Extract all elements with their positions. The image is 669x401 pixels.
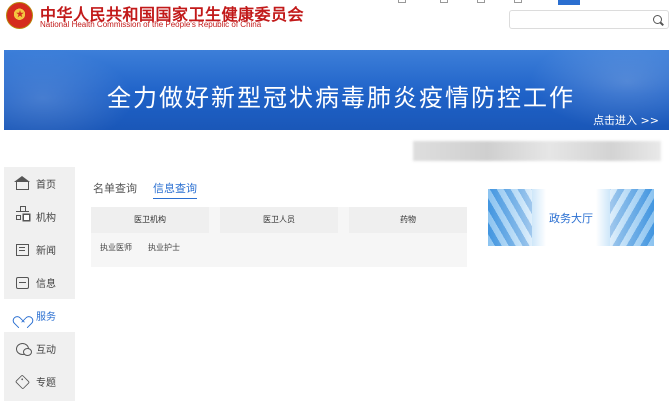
sidebar-item-topics[interactable]: 专题 — [4, 365, 75, 398]
sidebar-item-label: 新闻 — [36, 246, 56, 257]
tag-icon — [14, 373, 31, 390]
link-icon — [477, 0, 485, 3]
sidebar-item-news[interactable]: 新闻 — [4, 233, 75, 266]
site-header: 中华人民共和国国家卫生健康委员会 National Health Commiss… — [0, 0, 669, 48]
gov-hall-card[interactable]: 政务大厅 — [488, 189, 654, 246]
sidebar-item-info[interactable]: 信息 — [4, 266, 75, 299]
home-icon — [14, 175, 30, 190]
top-link-4[interactable] — [514, 0, 525, 5]
top-link-2[interactable] — [440, 0, 451, 5]
link-icon — [440, 0, 448, 3]
site-title-en[interactable]: National Health Commission of the People… — [40, 20, 261, 29]
banner-enter-link[interactable]: 点击进入 >> — [593, 112, 659, 128]
sidebar-nav: 首页 机构 新闻 信息 服务 互动 专题 — [4, 167, 75, 401]
top-link-3[interactable] — [477, 0, 488, 5]
sidebar-item-label: 机构 — [36, 213, 56, 224]
sidebar-item-label: 服务 — [36, 312, 56, 323]
epidemic-banner[interactable]: 全力做好新型冠状病毒肺炎疫情防控工作 — [4, 50, 669, 130]
info-icon — [16, 276, 29, 289]
sidebar-item-label: 互动 — [36, 345, 56, 356]
sidebar-item-home[interactable]: 首页 — [4, 167, 75, 200]
chat-icon — [16, 342, 32, 356]
sidebar-item-label: 首页 — [36, 180, 56, 191]
sidebar-item-service[interactable]: 服务 — [4, 299, 75, 332]
blurred-notice-strip — [413, 141, 661, 161]
search-input[interactable] — [514, 13, 644, 26]
sub-licensed-nurse[interactable]: 执业护士 — [148, 242, 180, 253]
org-icon — [16, 205, 29, 223]
gov-hall-label: 政务大厅 — [549, 212, 593, 225]
top-link-1[interactable] — [398, 0, 409, 5]
language-badge[interactable] — [558, 0, 580, 5]
sidebar-item-label: 专题 — [36, 378, 56, 389]
banner-title: 全力做好新型冠状病毒肺炎疫情防控工作 — [107, 84, 575, 112]
tab-info-query[interactable]: 信息查询 — [153, 180, 197, 199]
heart-icon — [16, 310, 29, 322]
sidebar-item-label: 信息 — [36, 279, 56, 290]
sidebar-item-org[interactable]: 机构 — [4, 200, 75, 233]
link-icon — [514, 0, 522, 3]
search-icon[interactable] — [653, 15, 662, 24]
sidebar-item-interaction[interactable]: 互动 — [4, 332, 75, 365]
query-panel: 医卫机构 医卫人员 药物 执业医师 执业护士 — [91, 207, 467, 267]
news-icon — [16, 243, 29, 256]
category-medical-staff[interactable]: 医卫人员 — [220, 207, 338, 233]
tab-list-query[interactable]: 名单查询 — [93, 180, 137, 198]
link-icon — [398, 0, 406, 3]
sub-licensed-physician[interactable]: 执业医师 — [100, 242, 132, 253]
search-box[interactable] — [509, 10, 669, 29]
category-medical-institution[interactable]: 医卫机构 — [91, 207, 209, 233]
national-emblem-icon[interactable] — [6, 2, 33, 29]
category-drugs[interactable]: 药物 — [349, 207, 467, 233]
